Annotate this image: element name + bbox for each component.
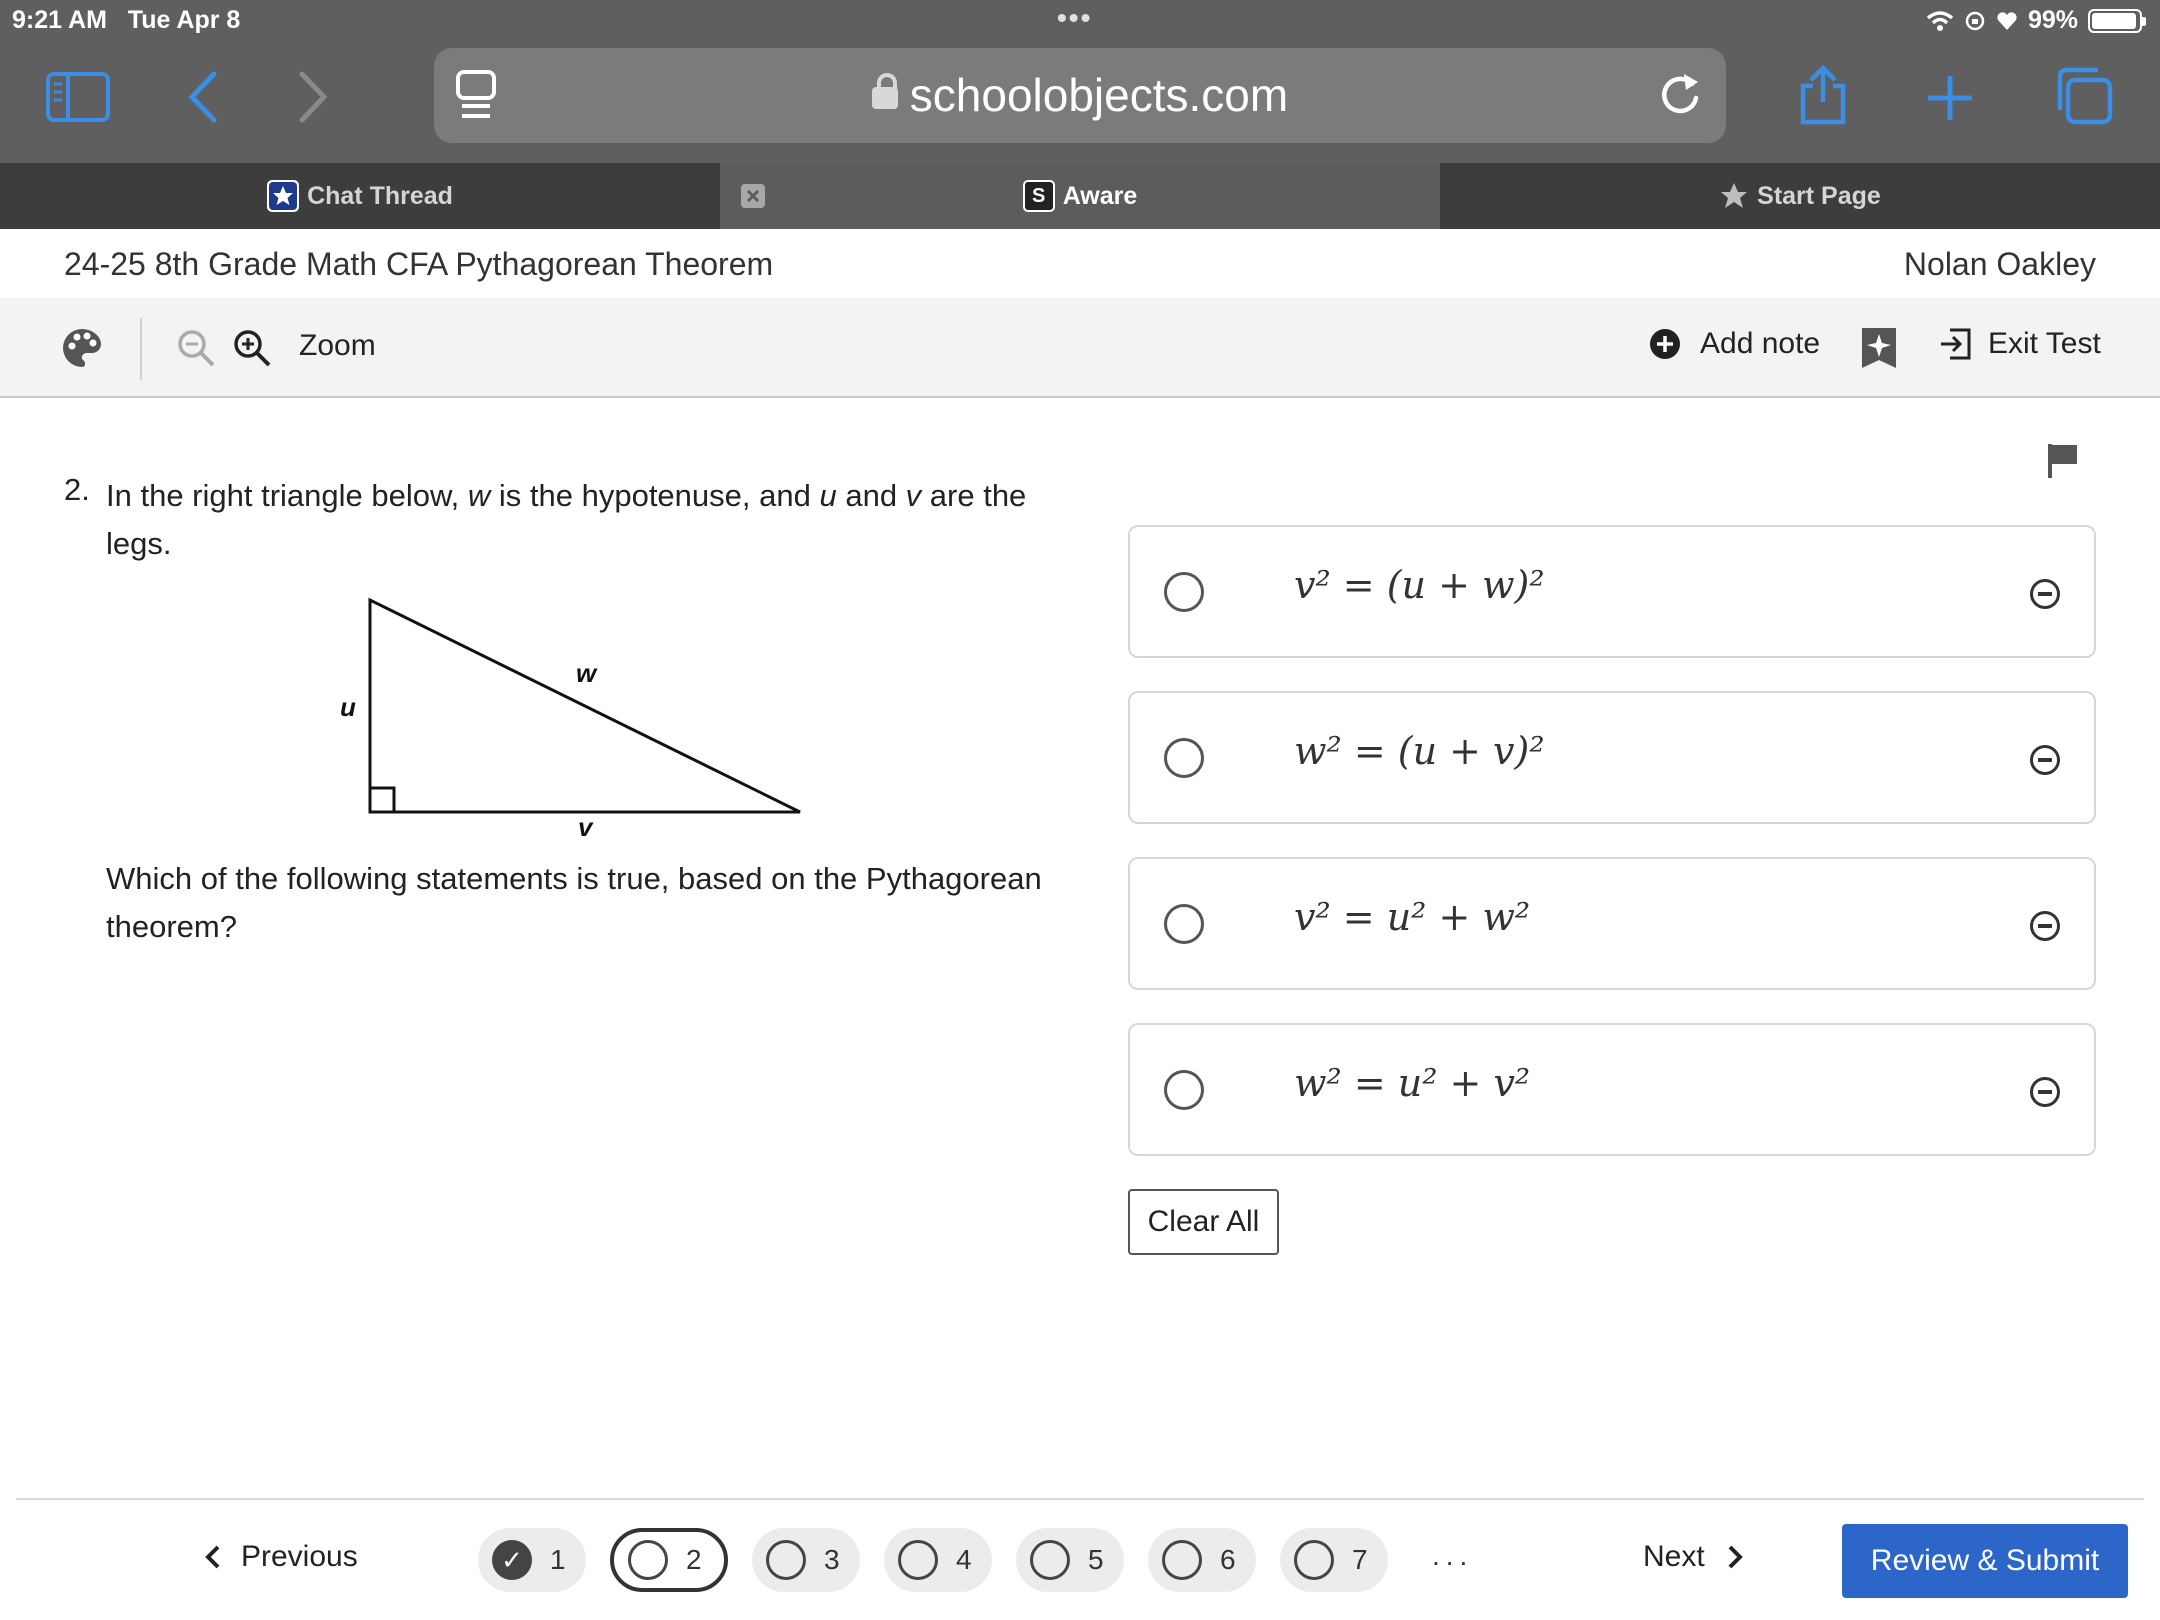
eliminate-icon[interactable]: [2030, 579, 2060, 609]
previous-button[interactable]: Previous: [205, 1540, 358, 1574]
browser-chrome: 9:21 AM Tue Apr 8 ••• 99% schoolobjects.…: [0, 0, 2160, 163]
reload-icon[interactable]: [1658, 70, 1702, 118]
close-tab-aware-icon[interactable]: [737, 180, 769, 212]
review-submit-button[interactable]: Review & Submit: [1842, 1524, 2128, 1598]
radio-button[interactable]: [1164, 572, 1204, 612]
clear-all-button[interactable]: Clear All: [1128, 1189, 1279, 1255]
label-v: v: [578, 812, 594, 842]
heart-icon: [1997, 11, 2017, 30]
multitasking-dots[interactable]: •••: [1057, 2, 1092, 34]
exit-icon: [1941, 328, 1971, 360]
s-badge-icon: S: [1022, 180, 1055, 212]
eliminate-icon[interactable]: [2030, 911, 2060, 941]
tab-aware[interactable]: S Aware: [720, 163, 1440, 229]
forward-arrow-icon[interactable]: [298, 70, 330, 124]
page-title: 24-25 8th Grade Math CFA Pythagorean The…: [64, 246, 774, 282]
radio-button[interactable]: [1164, 1070, 1204, 1110]
new-tab-plus-icon[interactable]: [1926, 74, 1974, 122]
tabs-overview-icon[interactable]: [2054, 66, 2114, 126]
unanswered-circle-icon: [628, 1540, 668, 1580]
star-icon: [1721, 183, 1748, 208]
question-number: 2.: [64, 472, 90, 507]
exit-test-button[interactable]: Exit Test: [1938, 327, 2101, 361]
label-w: w: [576, 658, 598, 688]
add-circle-icon: [1650, 329, 1680, 359]
answer-choice-c[interactable]: v² = u² + w²: [1128, 857, 2096, 990]
question-nav-7[interactable]: 7: [1280, 1528, 1388, 1592]
question-nav-3[interactable]: 3: [752, 1528, 860, 1592]
unanswered-circle-icon: [898, 1540, 938, 1580]
flag-icon[interactable]: [2046, 442, 2080, 485]
wifi-icon: [1926, 10, 1954, 31]
radio-button[interactable]: [1164, 904, 1204, 944]
right-triangle-diagram: w u v: [340, 597, 801, 842]
question-text: In the right triangle below, w is the hy…: [106, 478, 1027, 561]
question-nav-4[interactable]: 4: [884, 1528, 992, 1592]
test-toolbar: Zoom Add note Exit Test: [0, 298, 2160, 398]
choice-equation: v² = (u + w)²: [1294, 563, 1545, 607]
choice-equation: w² = u² + v²: [1294, 1061, 1531, 1105]
address-bar[interactable]: schoolobjects.com: [434, 48, 1726, 143]
question-nav-5[interactable]: 5: [1016, 1528, 1124, 1592]
sidebar-icon[interactable]: [46, 72, 110, 122]
chevron-left-icon: [205, 1545, 220, 1569]
tab-bar: Chat Thread S Aware Start Page: [0, 163, 2160, 229]
footer-divider: [16, 1498, 2144, 1500]
choice-equation: w² = (u + v)²: [1294, 729, 1545, 773]
answer-choice-b[interactable]: w² = (u + v)²: [1128, 691, 2096, 824]
question-prompt: Which of the following statements is tru…: [106, 861, 1042, 944]
orientation-lock-icon: [1965, 11, 1985, 30]
share-icon[interactable]: [1797, 64, 1849, 126]
lock-icon: [871, 73, 898, 109]
status-time: 9:21 AM Tue Apr 8: [12, 6, 241, 34]
bookmark-sparkle-icon[interactable]: [1860, 326, 1898, 370]
tab-start-page[interactable]: Start Page: [1440, 163, 2160, 229]
user-name: Nolan Oakley: [1903, 246, 2096, 282]
status-icons: 99%: [1926, 6, 2146, 35]
zoom-label: Zoom: [299, 329, 376, 362]
answer-choice-d[interactable]: w² = u² + v²: [1128, 1023, 2096, 1156]
tab-chat-thread[interactable]: Chat Thread: [0, 163, 720, 229]
unanswered-circle-icon: [766, 1540, 806, 1580]
check-icon: ✓: [492, 1540, 532, 1580]
unanswered-circle-icon: [1162, 1540, 1202, 1580]
answer-choice-a[interactable]: v² = (u + w)²: [1128, 525, 2096, 658]
chevron-right-icon: [1728, 1545, 1743, 1569]
choice-equation: v² = u² + w²: [1294, 895, 1531, 939]
more-questions-ellipsis[interactable]: ...: [1432, 1540, 1473, 1572]
question-nav-6[interactable]: 6: [1148, 1528, 1256, 1592]
battery-icon: [2088, 8, 2146, 33]
unanswered-circle-icon: [1294, 1540, 1334, 1580]
label-u: u: [340, 692, 356, 722]
eliminate-icon[interactable]: [2030, 745, 2060, 775]
unanswered-circle-icon: [1030, 1540, 1070, 1580]
eliminate-icon[interactable]: [2030, 1077, 2060, 1107]
zoom-in-icon[interactable]: [232, 328, 272, 368]
palette-icon[interactable]: [60, 326, 104, 370]
star-badge-icon: [267, 180, 300, 212]
url-text[interactable]: schoolobjects.com: [434, 68, 1726, 122]
question-nav-1[interactable]: ✓ 1: [478, 1528, 586, 1592]
add-note-button[interactable]: Add note: [1648, 327, 1820, 361]
back-arrow-icon[interactable]: [186, 70, 218, 124]
status-bar: 9:21 AM Tue Apr 8 ••• 99%: [0, 0, 2160, 40]
status-date: Tue Apr 8: [127, 6, 241, 34]
radio-button[interactable]: [1164, 738, 1204, 778]
next-button[interactable]: Next: [1643, 1540, 1743, 1574]
test-header: 24-25 8th Grade Math CFA Pythagorean The…: [0, 229, 2160, 298]
zoom-out-icon[interactable]: [176, 328, 216, 368]
question-nav-2[interactable]: 2: [610, 1528, 728, 1592]
battery-percent: 99%: [2027, 6, 2078, 34]
toolbar-divider: [140, 318, 142, 380]
